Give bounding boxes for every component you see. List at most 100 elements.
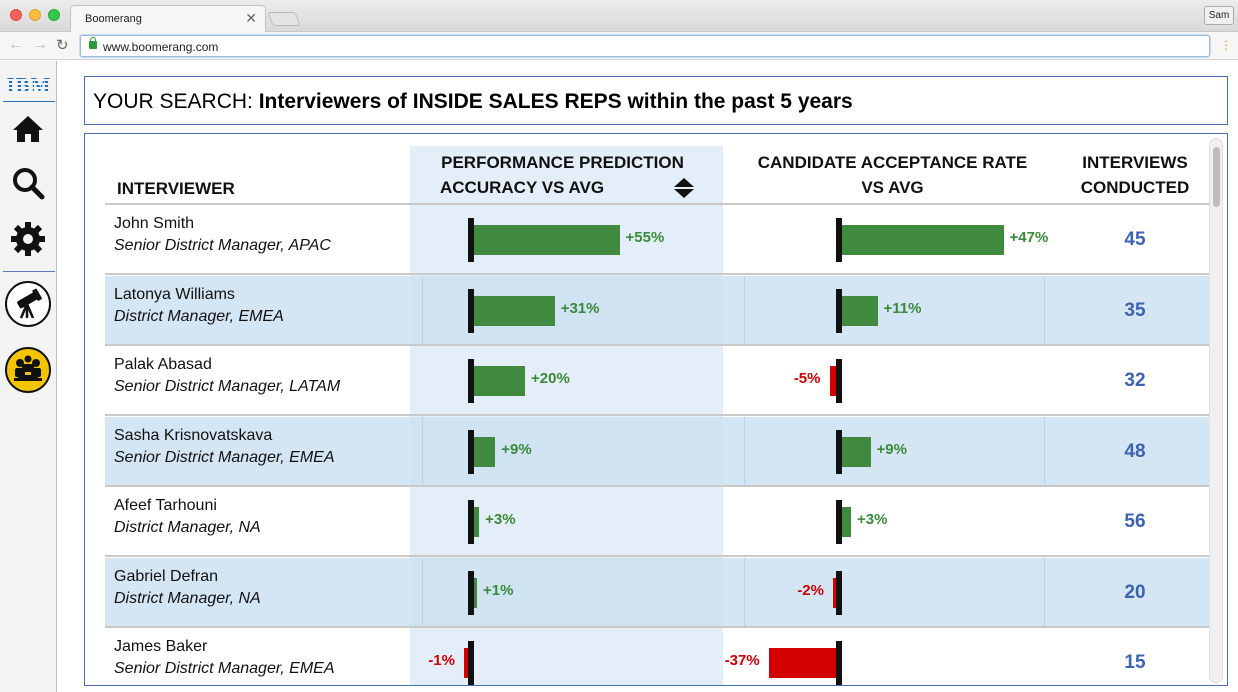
back-icon[interactable]: ← — [8, 36, 24, 54]
search-summary: YOUR SEARCH: Interviewers of INSIDE SALE… — [84, 76, 1228, 125]
header-interviews[interactable]: INTERVIEWS CONDUCTED — [1070, 150, 1200, 200]
performance-value: +3% — [485, 511, 516, 528]
interviewer-title: Senior District Manager, EMEA — [114, 660, 335, 677]
table-row[interactable]: Palak Abasad Senior District Manager, LAT… — [105, 346, 1209, 416]
header-performance-line2: ACCURACY VS AVG — [440, 178, 605, 197]
acceptance-value: -5% — [793, 370, 821, 387]
profile-button[interactable]: Sam — [1204, 6, 1234, 25]
browser-menu-icon[interactable]: ⋮ — [1220, 38, 1232, 52]
interviewer-name[interactable]: Gabriel Defran — [114, 568, 218, 586]
minimize-window-button[interactable] — [29, 9, 41, 21]
interviewer-name[interactable]: Palak Abasad — [114, 356, 212, 374]
performance-value: +20% — [531, 370, 570, 387]
logo-divider — [3, 101, 55, 102]
interviewer-title: Senior District Manager, LATAM — [114, 378, 341, 395]
interviews-count: 32 — [1124, 370, 1146, 391]
performance-baseline — [468, 218, 474, 262]
acceptance-value: +11% — [883, 299, 922, 317]
acceptance-value: -2% — [797, 581, 824, 599]
performance-value: +1% — [483, 581, 514, 599]
interviewer-title: District Manager, NA — [114, 519, 261, 536]
performance-bar — [471, 225, 620, 255]
header-interviewer[interactable]: INTERVIEWER — [117, 176, 235, 201]
header-interviews-line2: CONDUCTED — [1080, 178, 1190, 197]
header-acceptance-line2: VS AVG — [861, 178, 924, 197]
acceptance-value: +47% — [1009, 229, 1049, 246]
search-icon[interactable] — [8, 163, 48, 203]
header-performance[interactable]: PERFORMANCE PREDICTION ACCURACY VS AVG — [425, 150, 700, 200]
cell-divider — [1044, 416, 1045, 487]
interviews-count: 48 — [1124, 440, 1146, 462]
table-row[interactable]: Latonya Williams District Manager, EMEA +3… — [105, 275, 1209, 346]
table-row[interactable]: James Baker Senior District Manager, EMEA… — [105, 628, 1209, 685]
browser-navbar: ← → ↻ www.boomerang.com ⋮ — [0, 32, 1238, 60]
search-prefix: YOUR SEARCH: — [93, 90, 259, 113]
close-window-button[interactable] — [10, 9, 22, 21]
telescope-icon[interactable] — [5, 281, 51, 327]
performance-baseline — [468, 359, 474, 403]
performance-baseline — [468, 641, 474, 685]
tab-close-icon[interactable]: ✕ — [245, 10, 257, 27]
sidebar-divider — [3, 271, 55, 272]
table-row[interactable]: Afeef Tarhouni District Manager, NA +3% +3… — [105, 487, 1209, 557]
acceptance-baseline — [836, 288, 842, 333]
app-sidebar: IBM — [0, 61, 57, 692]
performance-bar — [471, 295, 555, 326]
performance-value: -1% — [428, 652, 455, 669]
interviewer-name[interactable]: James Baker — [114, 638, 207, 656]
performance-baseline — [468, 288, 474, 333]
header-performance-line1: PERFORMANCE PREDICTION — [441, 153, 684, 172]
maximize-window-button[interactable] — [48, 9, 60, 21]
home-icon[interactable] — [8, 109, 48, 149]
address-bar[interactable]: www.boomerang.com — [80, 35, 1210, 57]
acceptance-bar — [839, 295, 878, 326]
lock-icon — [89, 37, 97, 49]
cell-divider — [422, 416, 423, 487]
table-row[interactable]: Gabriel Defran District Manager, NA +1% -2%… — [105, 557, 1209, 628]
cell-divider — [744, 557, 745, 628]
interviewer-name[interactable]: John Smith — [114, 215, 194, 233]
acceptance-value: +9% — [876, 440, 907, 458]
sort-icon[interactable] — [673, 176, 695, 200]
people-icon[interactable] — [5, 347, 51, 393]
interviews-count: 45 — [1124, 229, 1146, 250]
interviews-count: 20 — [1124, 581, 1146, 603]
acceptance-value: -37% — [724, 652, 760, 669]
interviewer-title: Senior District Manager, EMEA — [114, 448, 335, 466]
browser-tab[interactable]: Boomerang ✕ — [70, 5, 266, 32]
interviewer-name[interactable]: Afeef Tarhouni — [114, 497, 217, 515]
forward-icon[interactable]: → — [32, 36, 48, 54]
performance-baseline — [468, 500, 474, 544]
cell-divider — [422, 275, 423, 346]
interviewer-title: District Manager, EMEA — [114, 307, 284, 325]
cell-divider — [744, 416, 745, 487]
cell-divider — [744, 275, 745, 346]
acceptance-baseline — [836, 359, 842, 403]
cell-divider — [1044, 557, 1045, 628]
performance-bar — [471, 436, 496, 467]
performance-value: +55% — [625, 229, 665, 246]
scrollbar[interactable] — [1209, 138, 1223, 683]
gear-icon[interactable] — [8, 219, 48, 259]
header-acceptance[interactable]: CANDIDATE ACCEPTANCE RATE VS AVG — [750, 150, 1035, 200]
performance-baseline — [468, 570, 474, 615]
header-acceptance-line1: CANDIDATE ACCEPTANCE RATE — [757, 153, 1028, 172]
interviewer-title: Senior District Manager, APAC — [114, 237, 331, 254]
reload-icon[interactable]: ↻ — [56, 36, 69, 54]
new-tab-button[interactable] — [267, 12, 301, 26]
performance-value: +31% — [560, 299, 600, 317]
acceptance-baseline — [836, 641, 842, 685]
interviewer-name[interactable]: Sasha Krisnovatskava — [114, 427, 272, 445]
search-query: Interviewers of INSIDE SALES REPS within… — [258, 90, 853, 113]
acceptance-baseline — [836, 429, 842, 474]
scrollbar-thumb[interactable] — [1213, 147, 1220, 207]
table-row[interactable]: Sasha Krisnovatskava Senior District Mana… — [105, 416, 1209, 487]
interviewer-name[interactable]: Latonya Williams — [114, 286, 235, 304]
header-interviews-line1: INTERVIEWS — [1082, 153, 1188, 172]
table-row[interactable]: John Smith Senior District Manager, APAC +… — [105, 205, 1209, 275]
ibm-logo: IBM — [3, 73, 55, 98]
performance-bar — [471, 366, 525, 396]
browser-titlebar: Boomerang ✕ Sam — [0, 0, 1238, 32]
performance-baseline — [468, 429, 474, 474]
results-panel: INTERVIEWER PERFORMANCE PREDICTION ACCUR… — [84, 133, 1228, 686]
